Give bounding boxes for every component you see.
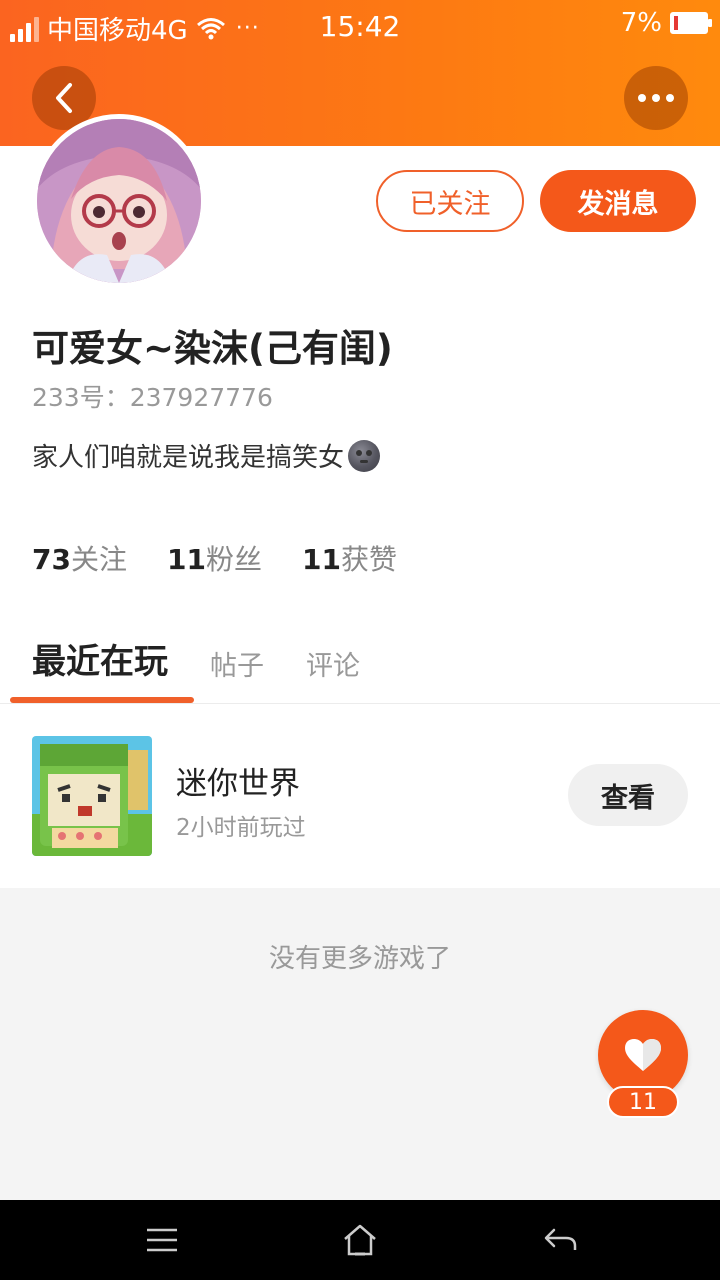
heart-icon <box>625 1039 661 1071</box>
user-id: 233号：237927776 <box>32 378 273 414</box>
system-back-button[interactable] <box>540 1220 580 1260</box>
send-message-button[interactable]: 发消息 <box>540 170 696 232</box>
avatar-image <box>37 119 201 283</box>
stat-label: 粉丝 <box>205 543 262 576</box>
new-moon-face-emoji <box>348 439 381 472</box>
tab-comments[interactable]: 评论 <box>306 644 360 687</box>
system-nav-bar <box>0 1200 720 1280</box>
tabs-divider <box>0 703 720 704</box>
stat-number: 11 <box>166 543 206 576</box>
bio: 家人们咱就是说我是搞笑女 <box>32 437 381 474</box>
menu-icon <box>147 1228 177 1252</box>
status-time: 15:42 <box>319 10 401 43</box>
stat-number: 11 <box>301 543 341 576</box>
chevron-left-icon <box>56 83 72 113</box>
return-icon <box>544 1228 577 1250</box>
username: 可爱女~染沫(己有闺) <box>32 327 393 370</box>
battery-percent: 7% <box>620 8 662 38</box>
no-more-games-text: 没有更多游戏了 <box>268 944 451 974</box>
game-last-played: 2小时前玩过 <box>176 815 306 841</box>
tab-posts[interactable]: 帖子 <box>210 644 264 687</box>
user-id-value: 237927776 <box>129 383 273 412</box>
bio-text: 家人们咱就是说我是搞笑女 <box>32 443 345 473</box>
game-icon <box>32 736 152 856</box>
menu-button[interactable] <box>142 1220 182 1260</box>
more-dots-icon <box>638 94 674 102</box>
tab-recent-playing[interactable]: 最近在玩 <box>32 634 168 687</box>
game-name: 迷你世界 <box>176 766 300 802</box>
more-options-button[interactable] <box>624 66 688 130</box>
stat-likes[interactable]: 11获赞 <box>302 538 397 578</box>
user-id-label: 233号： <box>32 383 130 412</box>
like-count-badge: 11 <box>607 1086 679 1118</box>
battery-icon <box>670 12 712 34</box>
stat-label: 关注 <box>70 543 127 576</box>
profile-tabs: 最近在玩 帖子 评论 <box>32 634 402 687</box>
stat-number: 73 <box>32 543 71 576</box>
home-button[interactable] <box>340 1220 380 1260</box>
stat-followers[interactable]: 11粉丝 <box>167 538 262 578</box>
home-icon <box>344 1224 376 1256</box>
profile-stats: 73关注 11粉丝 11获赞 <box>32 538 397 578</box>
list-item[interactable]: 迷你世界 2小时前玩过 查看 <box>0 716 720 876</box>
avatar[interactable] <box>32 114 206 288</box>
stat-label: 获赞 <box>340 543 397 576</box>
view-game-button[interactable]: 查看 <box>568 764 688 826</box>
stat-following[interactable]: 73关注 <box>32 538 127 578</box>
status-bar: 中国移动4G ··· 15:42 7% <box>0 0 720 50</box>
followed-button[interactable]: 已关注 <box>376 170 524 232</box>
